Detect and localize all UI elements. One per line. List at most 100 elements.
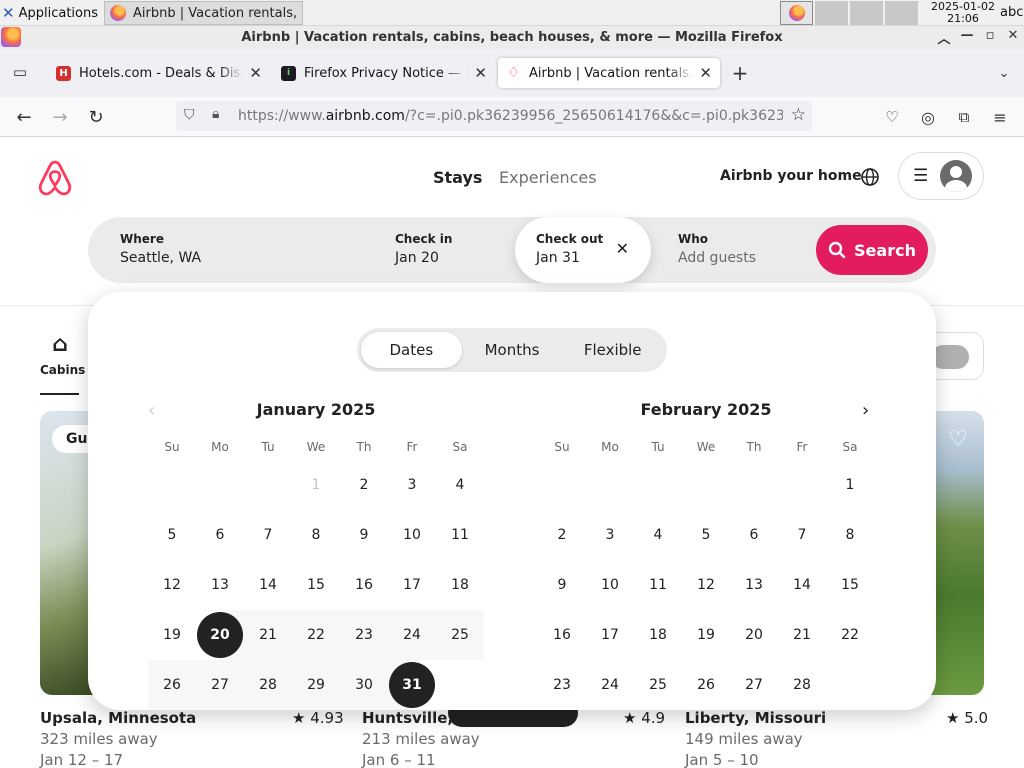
category-cabins[interactable]: ⌂ Cabins — [40, 332, 85, 377]
calendar-day[interactable]: 7 — [778, 510, 826, 560]
calendar-day[interactable]: 10 — [586, 560, 634, 610]
calendar-day[interactable]: 3 — [586, 510, 634, 560]
calendar-day[interactable]: 31 — [388, 660, 436, 710]
keyboard-layout[interactable]: abc — [1000, 5, 1023, 20]
new-tab-icon[interactable]: + — [726, 59, 754, 87]
reload-icon[interactable]: ↻ — [82, 103, 110, 131]
calendar-day[interactable]: 26 — [682, 660, 730, 710]
minimize-icon[interactable]: — — [959, 28, 975, 43]
calendar-day[interactable]: 20 — [730, 610, 778, 660]
profile-menu-button[interactable]: ☰ — [898, 152, 984, 200]
calendar-day[interactable]: 24 — [586, 660, 634, 710]
where-field[interactable]: Where Seattle, WA — [120, 217, 201, 283]
taskbar-window-button[interactable]: Airbnb | Vacation rentals, ... — [104, 1, 303, 25]
airbnb-logo-icon[interactable] — [38, 160, 72, 196]
tab-close-icon[interactable]: ✕ — [474, 64, 487, 82]
calendar-day[interactable]: 8 — [826, 510, 874, 560]
calendar-day[interactable]: 17 — [586, 610, 634, 660]
tab-privacy-notice[interactable]: i Firefox Privacy Notice — Mozilla ✕ — [273, 58, 495, 88]
wishlist-heart-icon[interactable]: ♡ — [948, 427, 968, 452]
calendar-day[interactable]: 2 — [538, 510, 586, 560]
tab-close-icon[interactable]: ✕ — [699, 64, 712, 82]
calendar-day[interactable]: 9 — [538, 560, 586, 610]
calendar-day[interactable]: 30 — [340, 660, 388, 710]
list-tabs-icon[interactable]: ⌄ — [990, 59, 1018, 87]
calendar-day[interactable]: 14 — [778, 560, 826, 610]
search-button[interactable]: Search — [816, 225, 928, 275]
check-in-field[interactable]: Check in Jan 20 — [395, 217, 452, 283]
calendar-day[interactable]: 23 — [340, 610, 388, 660]
calendar-day[interactable]: 7 — [244, 510, 292, 560]
calendar-day[interactable]: 10 — [388, 510, 436, 560]
calendar-day[interactable]: 27 — [196, 660, 244, 710]
calendar-day[interactable]: 18 — [436, 560, 484, 610]
calendar-day[interactable]: 8 — [292, 510, 340, 560]
host-your-home-link[interactable]: Airbnb your home — [720, 168, 862, 184]
clock[interactable]: 2025-01-02 21:06 — [928, 1, 998, 25]
calendar-day[interactable]: 17 — [388, 560, 436, 610]
calendar-day[interactable]: 23 — [538, 660, 586, 710]
calendar-day[interactable]: 11 — [436, 510, 484, 560]
calendar-day[interactable]: 19 — [148, 610, 196, 660]
app-menu-icon[interactable]: ≡ — [986, 103, 1014, 131]
calendar-day[interactable]: 5 — [682, 510, 730, 560]
calendar-day[interactable]: 15 — [292, 560, 340, 610]
calendar-day[interactable]: 16 — [538, 610, 586, 660]
workspace-3[interactable] — [850, 1, 883, 25]
calendar-day[interactable]: 3 — [388, 460, 436, 510]
clear-date-icon[interactable]: ✕ — [616, 239, 629, 258]
calendar-day[interactable]: 25 — [436, 610, 484, 660]
who-field[interactable]: Who Add guests — [678, 217, 756, 283]
calendar-day[interactable]: 13 — [196, 560, 244, 610]
calendar-day[interactable]: 22 — [292, 610, 340, 660]
bookmark-star-icon[interactable]: ☆ — [791, 105, 806, 125]
firefox-view-icon[interactable]: ▭ — [6, 58, 34, 86]
experiences-tab[interactable]: Experiences — [499, 168, 597, 187]
window-shade-icon[interactable]: ︿ — [936, 28, 952, 47]
calendar-day[interactable]: 26 — [148, 660, 196, 710]
calendar-day[interactable]: 14 — [244, 560, 292, 610]
tracking-shield-icon[interactable]: ⛉ — [184, 107, 195, 123]
calendar-day[interactable]: 22 — [826, 610, 874, 660]
calendar-day[interactable]: 21 — [778, 610, 826, 660]
calendar-day[interactable]: 13 — [730, 560, 778, 610]
tab-close-icon[interactable]: ✕ — [249, 64, 262, 82]
calendar-day[interactable]: 2 — [340, 460, 388, 510]
tab-dates[interactable]: Dates — [361, 332, 462, 368]
stays-tab[interactable]: Stays — [433, 168, 482, 187]
globe-icon[interactable] — [860, 167, 880, 187]
calendar-day[interactable]: 29 — [292, 660, 340, 710]
forward-icon[interactable]: → — [46, 103, 74, 131]
applications-menu[interactable]: ✕ Applications — [2, 3, 98, 23]
calendar-day[interactable]: 28 — [778, 660, 826, 710]
calendar-day[interactable]: 1 — [826, 460, 874, 510]
calendar-day[interactable]: 12 — [148, 560, 196, 610]
maximize-icon[interactable]: ▫ — [982, 28, 998, 43]
calendar-day[interactable]: 12 — [682, 560, 730, 610]
url-bar[interactable]: ⛉ 🔒︎ https://www.airbnb.com/?c=.pi0.pk36… — [176, 101, 812, 131]
calendar-day[interactable]: 18 — [634, 610, 682, 660]
tab-airbnb[interactable]: ♢ Airbnb | Vacation rentals, cabins ✕ — [498, 58, 720, 88]
back-icon[interactable]: ← — [10, 103, 38, 131]
extensions-icon[interactable]: ⧉ — [950, 103, 978, 131]
calendar-day[interactable]: 6 — [196, 510, 244, 560]
calendar-day[interactable]: 11 — [634, 560, 682, 610]
calendar-day[interactable]: 19 — [682, 610, 730, 660]
check-out-field[interactable]: Check out Jan 31 ✕ — [515, 217, 651, 283]
calendar-day[interactable]: 28 — [244, 660, 292, 710]
calendar-day[interactable]: 5 — [148, 510, 196, 560]
lock-icon[interactable]: 🔒︎ — [212, 106, 219, 122]
calendar-day[interactable]: 9 — [340, 510, 388, 560]
calendar-day[interactable]: 4 — [436, 460, 484, 510]
tab-hotels[interactable]: H Hotels.com - Deals & Discounts ✕ — [48, 58, 270, 88]
calendar-day[interactable]: 27 — [730, 660, 778, 710]
calendar-day[interactable]: 20 — [196, 610, 244, 660]
calendar-day[interactable]: 25 — [634, 660, 682, 710]
workspace-1[interactable] — [780, 1, 813, 25]
calendar-day[interactable]: 24 — [388, 610, 436, 660]
listing-title[interactable]: Upsala, Minnesota — [40, 709, 196, 727]
close-window-icon[interactable]: ✕ — [1005, 28, 1021, 43]
calendar-day[interactable]: 15 — [826, 560, 874, 610]
pocket-icon[interactable]: ♡ — [878, 103, 906, 131]
calendar-day[interactable]: 6 — [730, 510, 778, 560]
